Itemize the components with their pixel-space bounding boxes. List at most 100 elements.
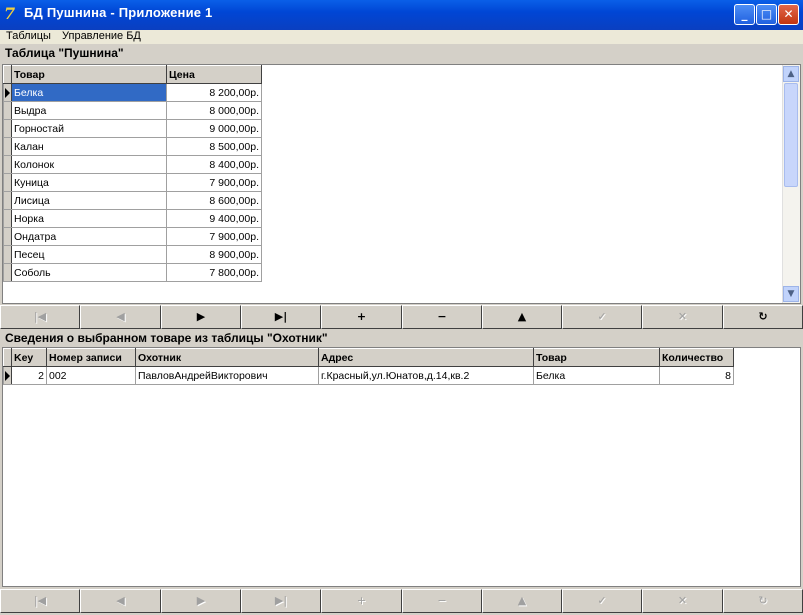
cell-product[interactable]: Белка <box>11 83 167 102</box>
cell-address[interactable]: г.Красный,ул.Юнатов,д.14,кв.2 <box>318 366 534 385</box>
nav-next-button[interactable]: ▶ <box>161 589 241 613</box>
column-header-product[interactable]: Товар <box>533 348 660 367</box>
column-header-quantity[interactable]: Количество <box>659 348 734 367</box>
cell-price[interactable]: 9 000,00р. <box>166 119 262 138</box>
row-indicator <box>3 227 12 246</box>
table-row[interactable]: Калан 8 500,00р. <box>3 137 262 156</box>
cell-price[interactable]: 8 400,00р. <box>166 155 262 174</box>
nav-edit-button[interactable]: ▲ <box>482 589 562 613</box>
column-header-address[interactable]: Адрес <box>318 348 534 367</box>
nav-delete-button[interactable]: − <box>402 589 482 613</box>
cell-key[interactable]: 2 <box>11 366 47 385</box>
top-table-caption: Таблица "Пушнина" <box>5 46 124 60</box>
fur-table-grid[interactable]: Товар Цена Белка 8 200,00р. Выдра 8 000,00р… <box>2 64 801 304</box>
table-row[interactable]: Лисица 8 600,00р. <box>3 191 262 210</box>
cell-product[interactable]: Лисица <box>11 191 167 210</box>
cell-product[interactable]: Горностай <box>11 119 167 138</box>
row-indicator <box>3 191 12 210</box>
table-row[interactable]: Ондатра 7 900,00р. <box>3 227 262 246</box>
scroll-thumb[interactable] <box>784 83 798 187</box>
cell-price[interactable]: 7 900,00р. <box>166 227 262 246</box>
row-indicator <box>3 366 12 385</box>
nav-first-button[interactable]: |◀ <box>0 589 80 613</box>
column-header-key[interactable]: Key <box>11 348 47 367</box>
cell-price[interactable]: 8 500,00р. <box>166 137 262 156</box>
menu-db-management[interactable]: Управление БД <box>62 30 141 42</box>
nav-last-button[interactable]: ▶| <box>241 305 321 329</box>
row-indicator <box>3 137 12 156</box>
nav-cancel-button[interactable]: ✕ <box>642 305 723 329</box>
row-indicator <box>3 155 12 174</box>
nav-insert-button[interactable]: + <box>321 589 402 613</box>
nav-delete-button[interactable]: − <box>402 305 482 329</box>
cell-product[interactable]: Песец <box>11 245 167 264</box>
table-row[interactable]: Белка 8 200,00р. <box>3 83 262 102</box>
table-row[interactable]: Колонок 8 400,00р. <box>3 155 262 174</box>
cell-price[interactable]: 9 400,00р. <box>166 209 262 228</box>
row-indicator <box>3 209 12 228</box>
close-button[interactable]: ✕ <box>778 4 799 25</box>
table-row[interactable]: Выдра 8 000,00р. <box>3 101 262 120</box>
bottom-db-navigator: |◀ ◀ ▶ ▶| + − ▲ ✓ ✕ ↻ <box>0 589 803 613</box>
table-row[interactable]: 2 002 ПавловАндрейВикторович г.Красный,ул.Ю… <box>3 366 734 385</box>
nav-prior-button[interactable]: ◀ <box>80 589 161 613</box>
hunter-table-grid[interactable]: Key Номер записи Охотник Адрес Товар Кол… <box>2 347 801 587</box>
cell-price[interactable]: 7 800,00р. <box>166 263 262 282</box>
nav-post-button[interactable]: ✓ <box>562 305 642 329</box>
nav-cancel-button[interactable]: ✕ <box>642 589 723 613</box>
indicator-header <box>3 348 12 367</box>
cell-product[interactable]: Куница <box>11 173 167 192</box>
nav-prior-button[interactable]: ◀ <box>80 305 161 329</box>
cell-record-number[interactable]: 002 <box>46 366 136 385</box>
nav-refresh-button[interactable]: ↻ <box>723 589 803 613</box>
nav-last-button[interactable]: ▶| <box>241 589 321 613</box>
table-row[interactable]: Куница 7 900,00р. <box>3 173 262 192</box>
nav-insert-button[interactable]: + <box>321 305 402 329</box>
row-indicator <box>3 119 12 138</box>
cell-product[interactable]: Ондатра <box>11 227 167 246</box>
app-logo-icon: 7 <box>4 4 16 23</box>
table-row[interactable]: Песец 8 900,00р. <box>3 245 262 264</box>
bottom-table-caption: Сведения о выбранном товаре из таблицы "… <box>5 331 328 345</box>
cell-product[interactable]: Выдра <box>11 101 167 120</box>
current-row-arrow-icon <box>5 370 10 381</box>
column-header-price[interactable]: Цена <box>166 65 262 84</box>
nav-post-button[interactable]: ✓ <box>562 589 642 613</box>
fur-table: Товар Цена Белка 8 200,00р. Выдра 8 000,00р… <box>3 65 262 282</box>
nav-first-button[interactable]: |◀ <box>0 305 80 329</box>
indicator-header <box>3 65 12 84</box>
vertical-scrollbar[interactable]: ▲ ▼ <box>782 65 800 303</box>
cell-quantity[interactable]: 8 <box>659 366 734 385</box>
hunter-table: Key Номер записи Охотник Адрес Товар Кол… <box>3 348 734 385</box>
cell-price[interactable]: 8 600,00р. <box>166 191 262 210</box>
nav-edit-button[interactable]: ▲ <box>482 305 562 329</box>
menu-tables[interactable]: Таблицы <box>6 30 51 42</box>
table-row[interactable]: Соболь 7 800,00р. <box>3 263 262 282</box>
table-row[interactable]: Горностай 9 000,00р. <box>3 119 262 138</box>
menu-bar: Таблицы Управление БД <box>0 30 803 44</box>
row-indicator <box>3 173 12 192</box>
column-header-hunter[interactable]: Охотник <box>135 348 319 367</box>
nav-refresh-button[interactable]: ↻ <box>723 305 803 329</box>
window-title: БД Пушнина - Приложение 1 <box>24 5 213 20</box>
cell-product[interactable]: Калан <box>11 137 167 156</box>
maximize-button[interactable]: □ <box>756 4 777 25</box>
row-indicator <box>3 101 12 120</box>
cell-product[interactable]: Соболь <box>11 263 167 282</box>
cell-product[interactable]: Норка <box>11 209 167 228</box>
cell-hunter[interactable]: ПавловАндрейВикторович <box>135 366 319 385</box>
column-header-product[interactable]: Товар <box>11 65 167 84</box>
cell-price[interactable]: 8 000,00р. <box>166 101 262 120</box>
cell-product[interactable]: Колонок <box>11 155 167 174</box>
cell-product[interactable]: Белка <box>533 366 660 385</box>
row-indicator <box>3 245 12 264</box>
scroll-up-icon[interactable]: ▲ <box>783 66 799 82</box>
minimize-button[interactable]: _ <box>734 4 755 25</box>
cell-price[interactable]: 8 200,00р. <box>166 83 262 102</box>
column-header-record-number[interactable]: Номер записи <box>46 348 136 367</box>
scroll-down-icon[interactable]: ▼ <box>783 286 799 302</box>
nav-next-button[interactable]: ▶ <box>161 305 241 329</box>
table-row[interactable]: Норка 9 400,00р. <box>3 209 262 228</box>
cell-price[interactable]: 7 900,00р. <box>166 173 262 192</box>
cell-price[interactable]: 8 900,00р. <box>166 245 262 264</box>
